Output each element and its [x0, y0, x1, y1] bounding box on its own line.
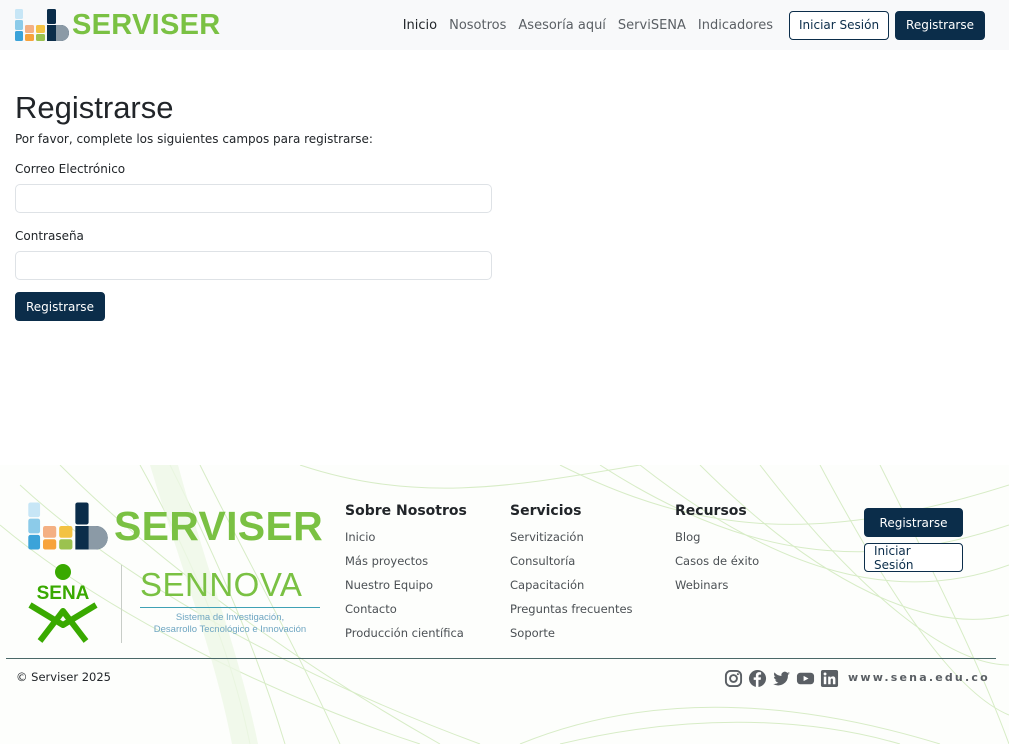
footer-link-webinars[interactable]: Webinars [675, 578, 759, 593]
footer-link-inicio[interactable]: Inicio [345, 530, 467, 545]
footer-link-mas-proyectos[interactable]: Más proyectos [345, 554, 467, 569]
sena-logo-icon: SENA [28, 564, 98, 643]
footer-divider [6, 658, 996, 659]
logo-divider [121, 565, 122, 643]
password-field[interactable] [15, 251, 492, 280]
sennova-subtitle-line2: Desarrollo Tecnológico e Innovación [153, 624, 307, 635]
email-label: Correo Electrónico [15, 162, 126, 176]
linkedin-icon[interactable] [820, 669, 839, 688]
footer-auth-buttons: Registrarse Iniciar Sesión [864, 508, 963, 572]
page-title: Registrarse [15, 90, 174, 125]
footer-link-nuestro-equipo[interactable]: Nuestro Equipo [345, 578, 467, 593]
social-links [724, 669, 844, 688]
footer-column-title: Sobre Nosotros [345, 503, 467, 519]
footer-link-produccion[interactable]: Producción científica [345, 626, 467, 641]
email-field[interactable] [15, 184, 492, 213]
serviser-logo-mark-icon [28, 502, 108, 550]
nav-link-servisena[interactable]: ServiSENA [618, 18, 686, 33]
twitter-icon[interactable] [772, 669, 791, 688]
footer-column-about: Sobre Nosotros Inicio Más proyectos Nues… [345, 501, 467, 650]
sena-website-url[interactable]: www.sena.edu.co [848, 671, 990, 684]
register-form: Registrarse Por favor, complete los sigu… [15, 88, 495, 321]
footer-link-faq[interactable]: Preguntas frecuentes [510, 602, 633, 617]
footer-login-button[interactable]: Iniciar Sesión [864, 543, 963, 572]
youtube-icon[interactable] [796, 669, 815, 688]
password-label: Contraseña [15, 229, 84, 243]
instagram-icon[interactable] [724, 669, 743, 688]
main-nav: Inicio Nosotros Asesoría aquí ServiSENA … [403, 0, 985, 50]
register-submit-button[interactable]: Registrarse [15, 292, 105, 321]
nav-link-nosotros[interactable]: Nosotros [449, 18, 506, 33]
sennova-divider [140, 607, 320, 608]
brand-logo[interactable]: SERVISER [14, 8, 221, 42]
sennova-wordmark: SENNOVA [140, 566, 303, 603]
footer-register-button[interactable]: Registrarse [864, 508, 963, 537]
footer-link-capacitacion[interactable]: Capacitación [510, 578, 633, 593]
copyright-text: © Serviser 2025 [16, 670, 111, 684]
nav-link-indicadores[interactable]: Indicadores [698, 18, 773, 33]
sennova-subtitle-line1: Sistema de Investigación, [175, 612, 285, 623]
nav-link-inicio[interactable]: Inicio [403, 18, 437, 33]
nav-link-asesoria[interactable]: Asesoría aquí [518, 18, 606, 33]
serviser-logo-mark-icon [15, 9, 69, 41]
footer-column-title: Recursos [675, 503, 747, 519]
top-navbar: SERVISER Inicio Nosotros Asesoría aquí S… [0, 0, 1009, 50]
facebook-icon[interactable] [748, 669, 767, 688]
footer-link-contacto[interactable]: Contacto [345, 602, 467, 617]
nav-register-button[interactable]: Registrarse [895, 10, 985, 40]
nav-login-button[interactable]: Iniciar Sesión [789, 10, 890, 40]
footer-brand-name: SERVISER [114, 503, 324, 549]
form-instructions: Por favor, complete los siguientes campo… [15, 132, 373, 146]
sena-logo-text: SENA [37, 583, 90, 604]
sennova-logo: SENNOVA Sistema de Investigación, Desarr… [140, 567, 320, 636]
footer-link-blog[interactable]: Blog [675, 530, 759, 545]
footer-link-consultoria[interactable]: Consultoría [510, 554, 633, 569]
footer-brand-logo: SERVISER [24, 501, 323, 551]
footer-link-casos[interactable]: Casos de éxito [675, 554, 759, 569]
brand-name: SERVISER [72, 9, 221, 41]
footer-link-servitizacion[interactable]: Servitización [510, 530, 633, 545]
footer-column-title: Servicios [510, 503, 582, 519]
footer-column-resources: Recursos Blog Casos de éxito Webinars [675, 501, 759, 602]
site-footer: SERVISER SENA SENNOVA Sistema de Investi… [0, 465, 1009, 744]
footer-link-soporte[interactable]: Soporte [510, 626, 633, 641]
footer-column-services: Servicios Servitización Consultoría Capa… [510, 501, 633, 650]
